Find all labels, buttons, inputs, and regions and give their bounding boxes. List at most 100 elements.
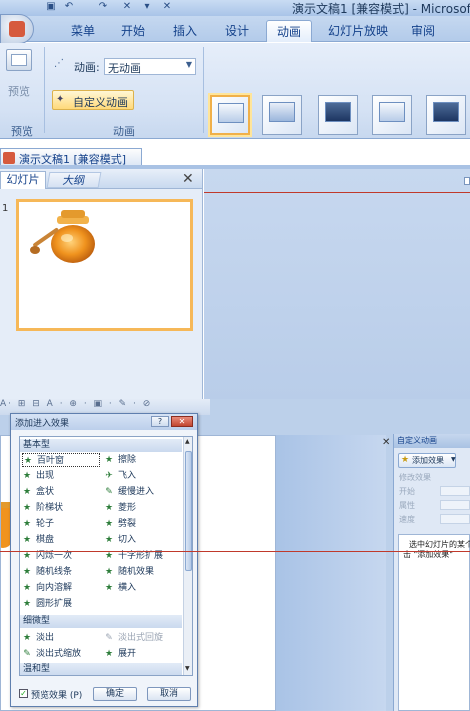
effect-item[interactable]: ✎ 淡出式缩放 bbox=[22, 647, 81, 661]
annotation-line bbox=[204, 192, 470, 193]
transition-none-thumb[interactable] bbox=[210, 95, 250, 135]
office-button[interactable] bbox=[0, 14, 34, 44]
property-select[interactable] bbox=[440, 500, 470, 510]
tab-insert[interactable]: 插入 bbox=[162, 20, 208, 42]
custom-animation-panel: 自定义动画 ★ 添加效果 ▼ 修改效果 开始 属性 速度 选中幻灯片的某个 击 … bbox=[393, 434, 470, 711]
effect-label: 淡出 bbox=[36, 633, 55, 643]
effect-label: 阶梯状 bbox=[36, 503, 64, 513]
animation-select[interactable]: 无动画 ▼ bbox=[104, 58, 196, 75]
effect-item[interactable]: ✈ 飞入 bbox=[104, 469, 136, 483]
transition-fade-smooth-thumb[interactable] bbox=[262, 95, 302, 135]
preview-group-label: 预览 bbox=[11, 125, 33, 138]
tab-slides[interactable]: 幻灯片 bbox=[0, 171, 46, 189]
slide-thumbnail[interactable] bbox=[16, 199, 193, 331]
redo-icon[interactable]: ↷ bbox=[96, 1, 110, 13]
brush-icon: ✎ bbox=[23, 649, 31, 659]
tab-review[interactable]: 审阅 bbox=[400, 20, 446, 42]
star-icon: ★ bbox=[401, 455, 410, 465]
animation-select-value: 无动画 bbox=[108, 62, 141, 75]
preview-icon[interactable] bbox=[6, 49, 32, 71]
tab-design[interactable]: 设计 bbox=[214, 20, 260, 42]
slide-number: 1 bbox=[2, 203, 9, 214]
slide-editor-area[interactable] bbox=[204, 169, 470, 399]
effect-label: 劈裂 bbox=[118, 519, 137, 529]
effect-item[interactable]: ★ 擦除 bbox=[104, 453, 136, 467]
preview-effect-checkbox[interactable]: ✓ bbox=[19, 689, 28, 698]
document-tab[interactable]: 演示文稿1 [兼容模式] bbox=[0, 148, 142, 166]
preview-effect-label: 预览效果 (P) bbox=[31, 691, 83, 701]
star-icon: ★ bbox=[22, 567, 32, 577]
scroll-down-icon[interactable]: ▼ bbox=[185, 665, 190, 672]
ribbon-tab-bar: 菜单 开始 插入 设计 动画 幻灯片放映 审阅 bbox=[0, 16, 470, 42]
close-icon[interactable]: ✕ bbox=[382, 437, 390, 448]
scroll-handle[interactable] bbox=[464, 177, 470, 185]
dialog-close-button[interactable]: ✕ bbox=[171, 416, 193, 427]
effect-item[interactable]: ★ 切入 bbox=[104, 533, 136, 547]
group-divider bbox=[203, 47, 204, 133]
ok-button[interactable]: 确定 bbox=[93, 687, 137, 701]
close-doc-icon[interactable]: ✕ bbox=[120, 1, 134, 13]
effect-item[interactable]: ★ 随机效果 bbox=[104, 565, 154, 579]
undo-icon[interactable]: ↶ bbox=[62, 1, 76, 13]
star-icon: ★ bbox=[22, 519, 32, 529]
tab-menu[interactable]: 菜单 bbox=[60, 20, 106, 42]
add-effect-label: 添加效果 bbox=[412, 456, 444, 465]
category-moderate: 温和型 bbox=[20, 663, 182, 675]
office-logo-icon bbox=[9, 21, 25, 37]
animation-list[interactable]: 选中幻灯片的某个 击 "添加效果" bbox=[398, 534, 470, 711]
tab-outline[interactable]: 大纲 bbox=[46, 172, 102, 188]
effect-item[interactable]: ★ 劈裂 bbox=[104, 517, 136, 531]
effect-item[interactable]: ★ 展开 bbox=[104, 647, 136, 661]
scrollbar[interactable]: ▲ ▼ bbox=[183, 437, 192, 675]
effect-item[interactable]: ★ 轮子 bbox=[22, 517, 54, 531]
preview-button-label[interactable]: 预览 bbox=[8, 83, 30, 99]
effect-item[interactable]: ★ 盒状 bbox=[22, 485, 54, 499]
transition-cut-black-thumb[interactable] bbox=[426, 95, 466, 135]
effect-item[interactable]: ★ 随机线条 bbox=[22, 565, 72, 579]
star-icon: ★ bbox=[22, 633, 32, 643]
transition-cut-thumb[interactable] bbox=[372, 95, 412, 135]
brush-icon: ✎ bbox=[105, 633, 113, 643]
effect-item[interactable]: ✎ 缓慢进入 bbox=[104, 485, 154, 499]
add-effect-button[interactable]: ★ 添加效果 ▼ bbox=[398, 453, 456, 468]
effect-list[interactable]: 基本型 ★ 百叶窗 ★ 擦除 ★ 出现 ✈ 飞入 ★ 盒状 ✎ 缓慢进入 ★ 阶梯状 ★ 菱形 … bbox=[19, 436, 193, 676]
tab-animation[interactable]: 动画 bbox=[266, 20, 312, 42]
cancel-button[interactable]: 取消 bbox=[147, 687, 191, 701]
property-label: 属性 bbox=[399, 501, 415, 510]
dialog-title: 添加进入效果 bbox=[15, 419, 70, 429]
tab-home[interactable]: 开始 bbox=[110, 20, 156, 42]
window-title: 演示文稿1 [兼容模式] - Microsoft bbox=[292, 2, 470, 16]
help-button[interactable]: ? bbox=[151, 416, 169, 427]
effect-item[interactable]: ★ 出现 bbox=[22, 469, 54, 483]
group-divider bbox=[44, 47, 45, 133]
star-icon: ★ bbox=[104, 583, 114, 593]
scrollbar-thumb[interactable] bbox=[185, 451, 192, 571]
star-icon: ★ bbox=[22, 503, 32, 513]
effect-item[interactable]: ★ 圆形扩展 bbox=[22, 597, 72, 611]
effect-item[interactable]: ★ 淡出 bbox=[22, 631, 54, 645]
effect-item[interactable]: ★ 横入 bbox=[104, 581, 136, 595]
transition-fade-black-thumb[interactable] bbox=[318, 95, 358, 135]
pane-tab-bar: 幻灯片 大纲 ✕ bbox=[0, 169, 202, 189]
effect-item[interactable]: ★ 棋盘 bbox=[22, 533, 54, 547]
close-icon[interactable]: ✕ bbox=[182, 171, 194, 187]
start-select[interactable] bbox=[440, 486, 470, 496]
tab-slideshow[interactable]: 幻灯片放映 bbox=[318, 20, 398, 42]
effect-label: 出现 bbox=[36, 471, 55, 481]
effect-item: ✎ 淡出式回旋 bbox=[104, 631, 163, 645]
custom-animation-button[interactable]: ✦ 自定义动画 bbox=[52, 90, 134, 110]
customize-icon[interactable]: ✕ bbox=[160, 1, 174, 13]
effect-item[interactable]: ★ 菱形 bbox=[104, 501, 136, 515]
qat-more-icon[interactable]: ▾ bbox=[140, 1, 154, 13]
star-icon: ★ bbox=[22, 471, 32, 481]
scroll-up-icon[interactable]: ▲ bbox=[185, 438, 190, 445]
custom-animation-label: 自定义动画 bbox=[73, 96, 128, 109]
effect-label: 闪烁一次 bbox=[36, 551, 73, 561]
effect-label: 展开 bbox=[118, 649, 137, 659]
effect-item[interactable]: ★ 向内溶解 bbox=[22, 581, 72, 595]
effect-label: 横入 bbox=[118, 583, 137, 593]
effect-item[interactable]: ★ 阶梯状 bbox=[22, 501, 63, 515]
effect-item[interactable]: ★ 百叶窗 bbox=[22, 453, 100, 467]
save-icon[interactable]: ▣ bbox=[44, 1, 58, 13]
speed-select[interactable] bbox=[440, 514, 470, 524]
